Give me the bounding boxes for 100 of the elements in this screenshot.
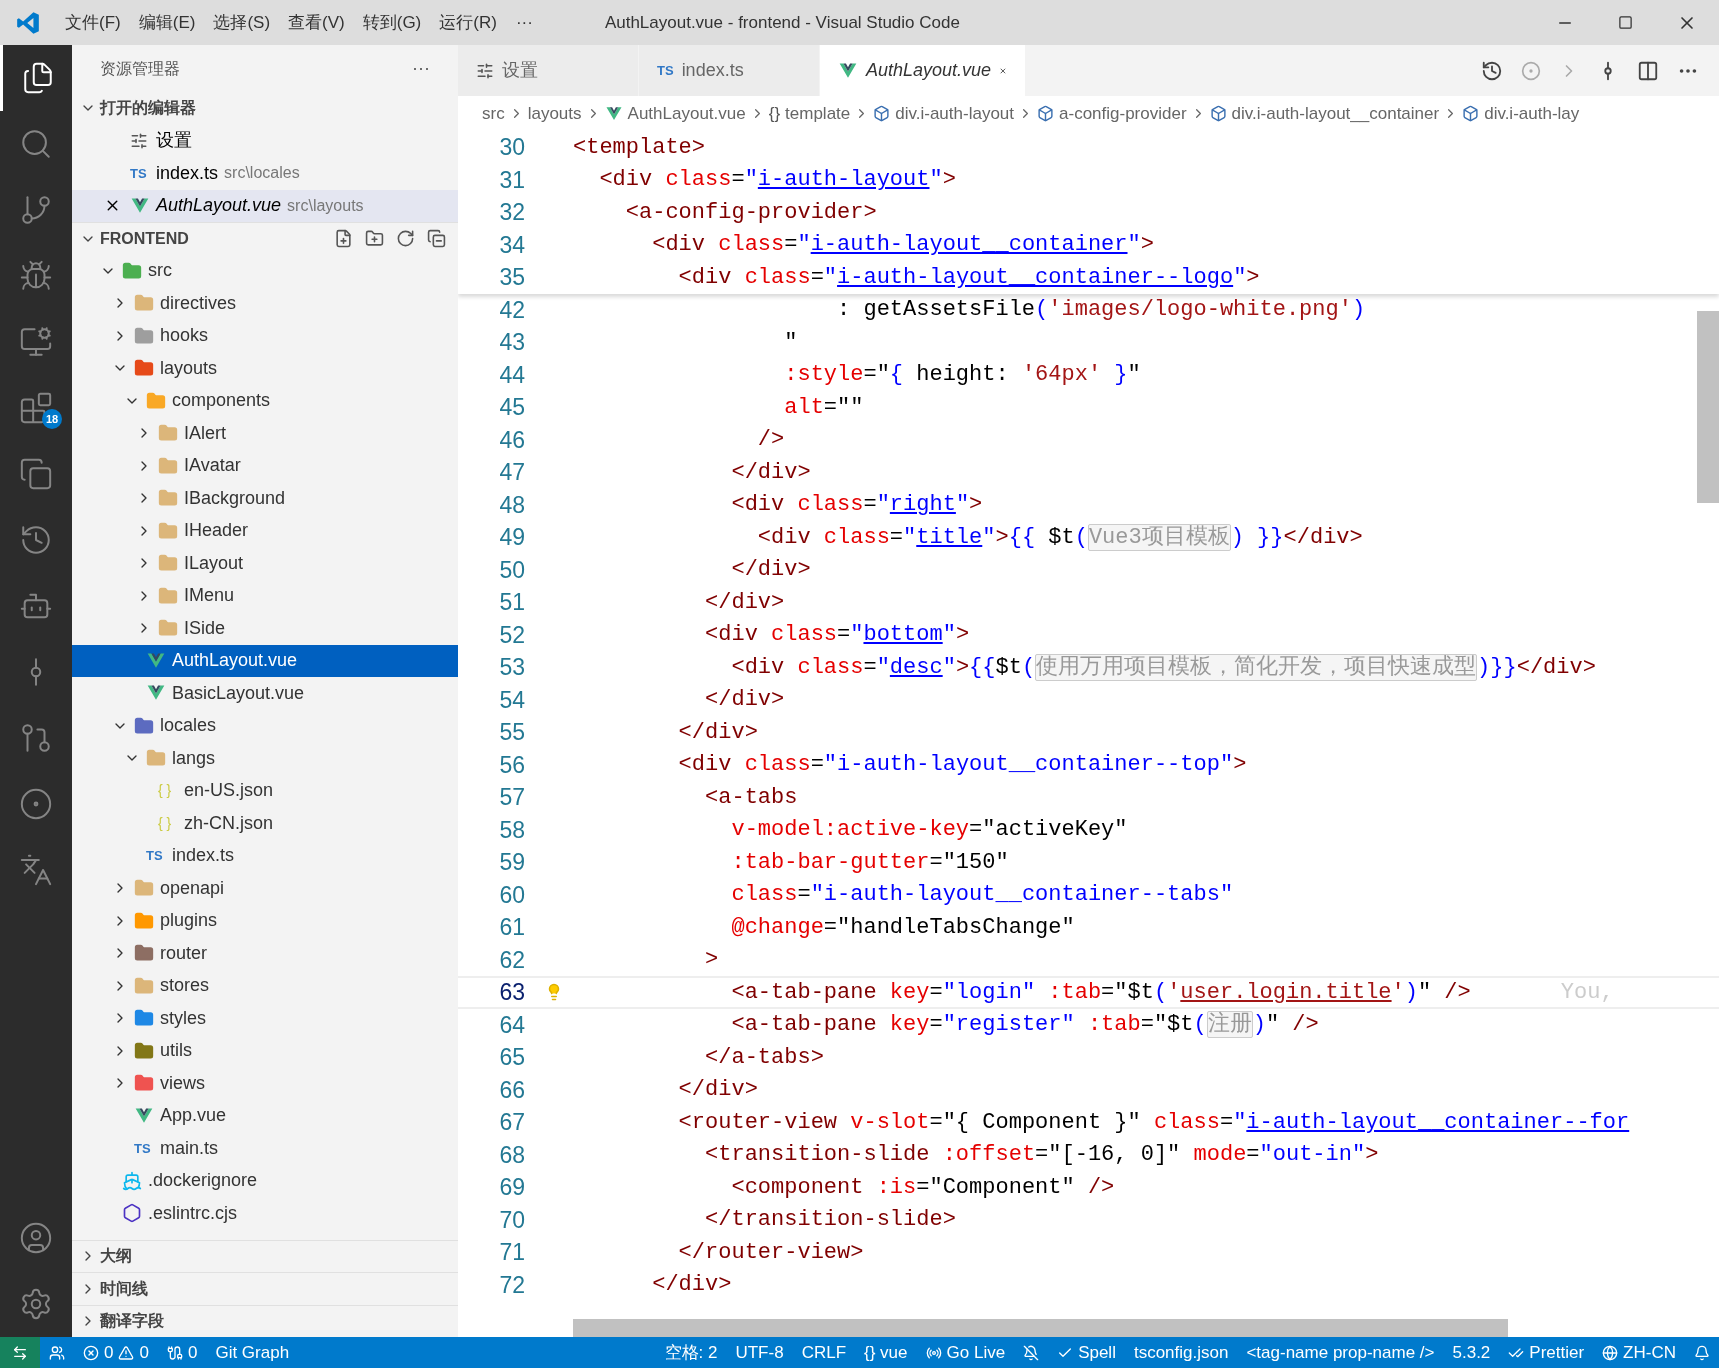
language-button[interactable]: ZH-CN xyxy=(1593,1337,1685,1368)
tree-item[interactable]: IAlert xyxy=(72,417,458,450)
tree-item[interactable]: ILayout xyxy=(72,547,458,580)
line-number: 57 xyxy=(498,783,526,812)
tree-item[interactable]: IBackground xyxy=(72,482,458,515)
code-line: alt="" xyxy=(783,393,864,422)
go-live-button[interactable]: Go Live xyxy=(916,1337,1015,1368)
tree-item[interactable]: IAvatar xyxy=(72,449,458,482)
tree-item[interactable]: router xyxy=(72,937,458,970)
collapse-all-icon[interactable] xyxy=(427,229,446,249)
tree-item[interactable]: src xyxy=(72,254,458,287)
bug-icon xyxy=(19,259,53,293)
menu-item[interactable]: 运行(R) xyxy=(430,9,506,36)
breadcrumb-item[interactable]: src xyxy=(482,100,505,127)
code-line: :style="{ height: '64px' }" xyxy=(783,361,1141,390)
status-item[interactable]: Git Graph xyxy=(206,1337,299,1368)
tree-item[interactable]: views xyxy=(72,1067,458,1100)
section-header[interactable]: FRONTEND xyxy=(72,222,458,255)
tree-item[interactable]: ISide xyxy=(72,612,458,645)
status-item[interactable]: 5.3.2 xyxy=(1443,1337,1500,1368)
ts-file-icon: TS xyxy=(657,60,674,81)
tree-item[interactable]: { } en-US.json xyxy=(72,774,458,807)
code-line: <router-view v-slot="{ Component }" class="i-auth-layout__container--for xyxy=(677,1108,1630,1137)
tree-item[interactable]: AuthLayout.vue xyxy=(72,644,458,677)
remote-button[interactable] xyxy=(0,1337,40,1368)
menu-item[interactable]: 转到(G) xyxy=(353,9,431,36)
line-number: 58 xyxy=(498,815,526,845)
line-number: 47 xyxy=(498,458,526,487)
code-line: <div class="i-auth-layout__container--top"> xyxy=(677,751,1247,780)
code-line: <a-config-provider> xyxy=(624,198,877,227)
open-editor-item[interactable]: TS index.ts src\locales xyxy=(72,157,458,190)
editor-tab[interactable]: AuthLayout.vue xyxy=(820,45,1025,96)
tree-item[interactable]: langs xyxy=(72,742,458,775)
tree-item[interactable]: TS main.ts xyxy=(72,1132,458,1165)
status-item[interactable]: 空格: 2 xyxy=(655,1337,727,1368)
tree-item[interactable]: hooks xyxy=(72,319,458,352)
section-header[interactable]: 时间线 xyxy=(72,1272,458,1305)
editor-tab[interactable]: 设置 xyxy=(458,45,639,96)
status-item[interactable]: {} vue xyxy=(855,1337,917,1368)
open-editor-item[interactable]: 设置 xyxy=(72,124,458,157)
code-line: <div class="i-auth-layout"> xyxy=(598,166,956,195)
tree-item[interactable]: { } zh-CN.json xyxy=(72,807,458,840)
extensions-tab[interactable]: 18 xyxy=(0,375,72,441)
code-line: v-model:active-key="activeKey" xyxy=(730,816,1128,845)
code-line: </div> xyxy=(730,556,811,585)
status-item[interactable]: <tag-name prop-name /> xyxy=(1237,1337,1444,1368)
tree-item[interactable]: BasicLayout.vue xyxy=(72,677,458,710)
breadcrumb-item[interactable]: template xyxy=(785,100,851,127)
maximize-icon[interactable] xyxy=(1618,15,1633,30)
menu-item[interactable]: 选择(S) xyxy=(204,9,280,36)
tree-item[interactable]: plugins xyxy=(72,904,458,937)
bell-off-icon xyxy=(1023,1344,1040,1361)
tree-item[interactable]: utils xyxy=(72,1034,458,1067)
new-folder-icon[interactable] xyxy=(365,229,384,249)
tree-item[interactable]: .dockerignore xyxy=(72,1164,458,1197)
breadcrumb-item[interactable]: div.i-auth-lay xyxy=(1484,100,1580,127)
tree-item[interactable]: IMenu xyxy=(72,579,458,612)
spell-button[interactable]: Spell xyxy=(1048,1337,1125,1368)
breadcrumb-item[interactable]: div.i-auth-layout__container xyxy=(1231,100,1440,127)
history-icon[interactable] xyxy=(1481,59,1503,82)
breadcrumb-item[interactable]: a-config-provider xyxy=(1059,100,1187,127)
status-item[interactable]: UTF-8 xyxy=(726,1337,793,1368)
breadcrumb-item[interactable]: div.i-auth-layout xyxy=(895,100,1014,127)
scrollbar-thumb[interactable] xyxy=(573,1319,1508,1337)
menu-item[interactable]: 编辑(E) xyxy=(129,9,205,36)
more-actions-button[interactable]: ··· xyxy=(412,55,430,82)
tree-item[interactable]: .eslintrc.cjs xyxy=(72,1197,458,1230)
line-number: 35 xyxy=(498,263,526,292)
refresh-icon[interactable] xyxy=(396,229,415,249)
ports-button[interactable]: 0 xyxy=(157,1337,207,1368)
breadcrumb-item[interactable]: layouts xyxy=(527,100,582,127)
section-header[interactable]: 打开的编辑器 xyxy=(72,92,458,125)
new-file-icon[interactable] xyxy=(334,229,353,249)
tree-item[interactable]: stores xyxy=(72,969,458,1002)
menu-item[interactable]: 文件(F) xyxy=(56,9,130,36)
status-item[interactable]: CRLF xyxy=(792,1337,856,1368)
more-menu-button[interactable]: ··· xyxy=(505,9,543,36)
tree-item[interactable]: IHeader xyxy=(72,514,458,547)
prettier-button[interactable]: Prettier xyxy=(1499,1337,1594,1368)
status-item[interactable]: tsconfig.json xyxy=(1124,1337,1238,1368)
line-number: 50 xyxy=(498,555,526,585)
tree-item[interactable]: openapi xyxy=(72,872,458,905)
breadcrumb-item[interactable]: AuthLayout.vue xyxy=(627,100,746,127)
tree-item[interactable]: locales xyxy=(72,709,458,742)
tree-item[interactable]: TS index.ts xyxy=(72,839,458,872)
line-number: 52 xyxy=(498,620,526,650)
menu-item[interactable]: 查看(V) xyxy=(279,9,354,36)
tree-item[interactable]: directives xyxy=(72,287,458,320)
line-number: 61 xyxy=(498,913,526,942)
tree-item[interactable]: layouts xyxy=(72,352,458,385)
tree-item[interactable]: styles xyxy=(72,1002,458,1035)
json-file-icon: { } xyxy=(158,780,172,802)
problems-button[interactable]: 0 0 xyxy=(74,1337,158,1368)
scrollbar-thumb[interactable] xyxy=(1697,311,1719,503)
section-header[interactable]: 大纲 xyxy=(72,1239,458,1272)
tree-item[interactable]: App.vue xyxy=(72,1099,458,1132)
editor-tab[interactable]: TS index.ts xyxy=(639,45,820,96)
open-editor-item[interactable]: AuthLayout.vue src\layouts xyxy=(72,189,458,222)
split-editor-icon[interactable] xyxy=(1637,59,1659,82)
tree-item[interactable]: components xyxy=(72,384,458,417)
